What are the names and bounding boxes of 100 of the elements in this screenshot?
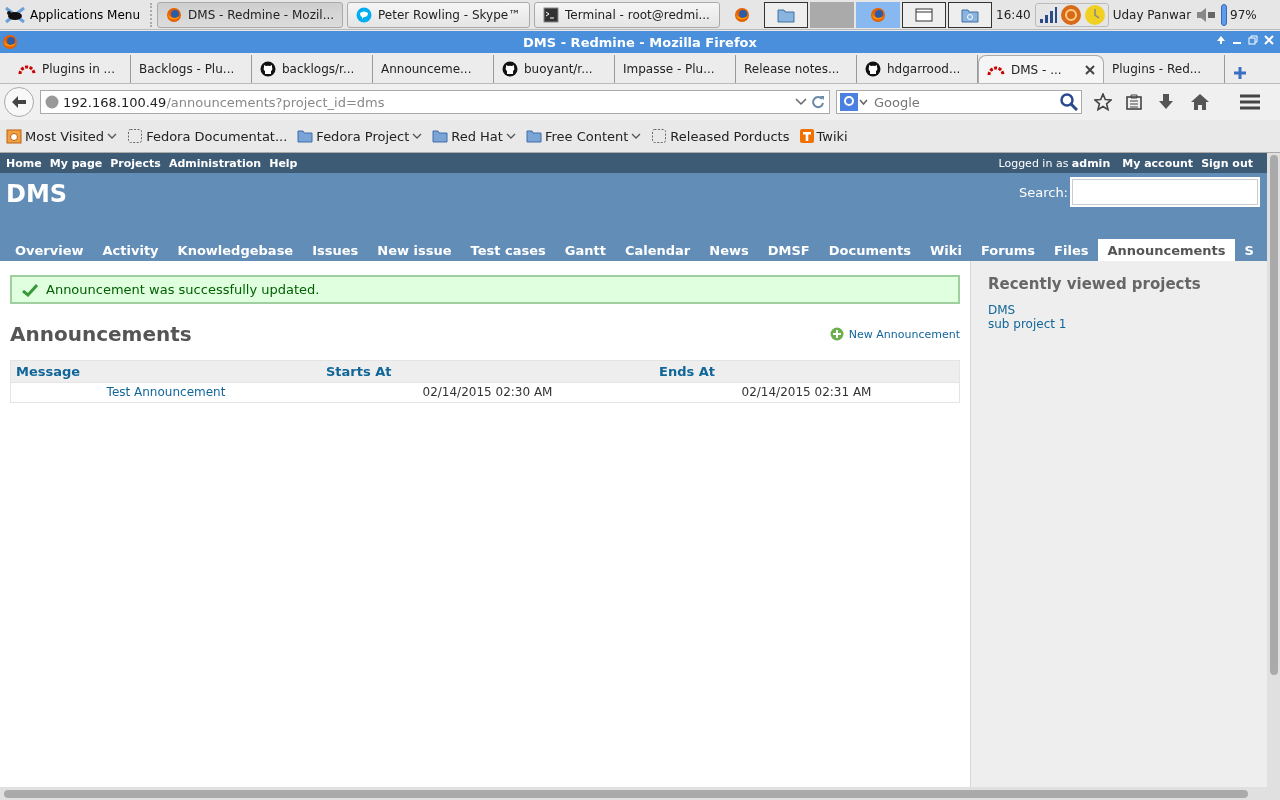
star-icon[interactable] (1094, 93, 1112, 111)
project-link[interactable]: sub project 1 (988, 317, 1067, 331)
project-tab[interactable]: DMSF (758, 239, 819, 261)
bookmark-item[interactable]: Most Visited (6, 128, 118, 144)
browser-tab[interactable]: Backlogs - Plu... (131, 55, 252, 83)
account-menu-link[interactable]: Sign out (1201, 156, 1253, 170)
browser-tab[interactable]: hdgarrood... (857, 55, 978, 83)
folder-icon (525, 129, 542, 143)
applications-menu-button[interactable]: Applications Menu (2, 4, 147, 25)
user-name[interactable]: Uday Panwar (1112, 7, 1192, 22)
sidebar-title: Recently viewed projects (988, 275, 1202, 293)
top-menu-link[interactable]: Help (269, 156, 298, 170)
workspace-button[interactable] (764, 1, 809, 28)
firefox-icon (2, 34, 18, 50)
mouse-logo-icon (4, 4, 26, 25)
search-icon[interactable] (1060, 93, 1078, 111)
project-tab[interactable]: Forums (971, 239, 1045, 261)
browser-tab[interactable]: buoyant/r... (494, 55, 615, 83)
volume-muted-icon[interactable] (1195, 5, 1218, 24)
column-header[interactable]: Starts At (321, 360, 654, 383)
globe-icon (45, 95, 59, 109)
browser-tab[interactable]: Release notes... (736, 55, 857, 83)
arc-logo-icon (18, 63, 36, 75)
skype-icon (356, 6, 373, 23)
bookmark-item[interactable]: Twiki (799, 128, 848, 144)
dropdown-caret-icon[interactable] (505, 132, 516, 140)
back-button[interactable] (4, 87, 34, 117)
horizontal-scrollbar[interactable] (0, 787, 1267, 800)
browser-tab[interactable]: DMS - ... (978, 55, 1104, 83)
home-icon[interactable] (1190, 93, 1210, 111)
browser-tab[interactable]: Plugins - Red... (1104, 55, 1225, 83)
project-tab[interactable]: Files (1045, 239, 1098, 261)
scroll-thumb[interactable] (1269, 155, 1278, 675)
new-announcement-link[interactable]: New Announcement (829, 327, 960, 341)
taskbar-window-button[interactable]: DMS - Redmine - Mozil... (157, 1, 344, 28)
search-bar[interactable]: Google (836, 90, 1082, 114)
checkmark-icon (22, 282, 38, 297)
vertical-scrollbar[interactable] (1267, 153, 1280, 787)
top-menu-link[interactable]: My page (49, 156, 103, 170)
taskbar-window-button[interactable]: Terminal - root@redmi... (534, 1, 721, 28)
download-icon[interactable] (1156, 93, 1176, 111)
project-tab[interactable]: Calendar (615, 239, 700, 261)
project-tab[interactable]: Activity (93, 239, 168, 261)
add-icon (829, 327, 844, 341)
address-bar[interactable]: 192.168.100.49/announcements?project_id=dms (40, 90, 830, 114)
reload-icon[interactable] (811, 95, 825, 109)
top-menu-link[interactable]: Administration (168, 156, 262, 170)
scroll-thumb[interactable] (4, 789, 1248, 798)
close-tab-icon[interactable] (1085, 64, 1095, 75)
reading-list-icon[interactable] (1126, 94, 1142, 110)
project-tab[interactable]: Gantt (555, 239, 615, 261)
workspace-button[interactable] (948, 1, 993, 28)
search-engine-icon[interactable] (840, 93, 868, 111)
close-icon[interactable] (1264, 35, 1274, 45)
top-menu-link[interactable]: Projects (110, 156, 161, 170)
project-tab[interactable]: Announcements (1098, 239, 1235, 261)
project-tab[interactable]: Documents (819, 239, 920, 261)
project-link[interactable]: DMS (988, 303, 1016, 317)
project-tab[interactable]: Overview (6, 239, 93, 261)
bookmark-item[interactable]: Red Hat (432, 128, 516, 144)
signal-bars-icon[interactable] (1037, 4, 1058, 25)
search-label: Search: (1018, 185, 1068, 200)
workspace-button[interactable] (902, 1, 947, 28)
browser-tab[interactable]: Announceme... (373, 55, 494, 83)
battery-percent: 97% (1230, 7, 1257, 22)
taskbar-window-button[interactable]: Peter Rowling - Skype™ (347, 1, 531, 28)
account-menu-link[interactable]: My account (1122, 156, 1194, 170)
url-text: 192.168.100.49/announcements?project_id=dms (63, 94, 385, 110)
browser-tab[interactable]: Plugins in ... (10, 55, 131, 83)
bookmark-item[interactable]: Fedora Documentat... (127, 128, 288, 144)
success-text: Announcement was successfully updated. (46, 282, 320, 297)
cat-logo-icon (502, 61, 518, 77)
bookmark-item[interactable]: Free Content (525, 128, 642, 144)
restore-icon[interactable] (1248, 35, 1258, 45)
project-tab[interactable]: New issue (368, 239, 461, 261)
dashed-page-icon (127, 128, 144, 144)
browser-tab[interactable]: Impasse - Plu... (615, 55, 736, 83)
project-tab[interactable]: S (1235, 239, 1263, 261)
project-tab[interactable]: News (700, 239, 758, 261)
dropdown-caret-icon[interactable] (631, 132, 642, 140)
search-input[interactable] (1072, 179, 1258, 205)
window-up-icon[interactable] (1216, 35, 1226, 45)
search-input[interactable]: Google (872, 93, 1056, 111)
announcement-link[interactable]: Test Announcement (106, 385, 226, 399)
bookmark-item[interactable]: Fedora Project (297, 128, 423, 144)
project-tab[interactable]: Issues (303, 239, 368, 261)
top-menu-link[interactable]: Home (6, 156, 42, 170)
column-header[interactable]: Ends At (654, 360, 960, 383)
column-header[interactable]: Message (10, 360, 321, 383)
dropdown-caret-icon[interactable] (107, 132, 118, 140)
project-tab[interactable]: Knowledgebase (168, 239, 303, 261)
table-cell: 02/14/2015 02:31 AM (654, 382, 960, 403)
dropdown-caret-icon[interactable] (795, 97, 807, 107)
project-tab[interactable]: Test cases (461, 239, 555, 261)
browser-tab[interactable]: backlogs/r... (252, 55, 373, 83)
folder-icon (777, 6, 796, 23)
dropdown-caret-icon[interactable] (412, 132, 423, 140)
project-tab[interactable]: Wiki (920, 239, 971, 261)
menu-icon[interactable] (1238, 93, 1262, 111)
bookmark-item[interactable]: Released Porducts (651, 128, 790, 144)
